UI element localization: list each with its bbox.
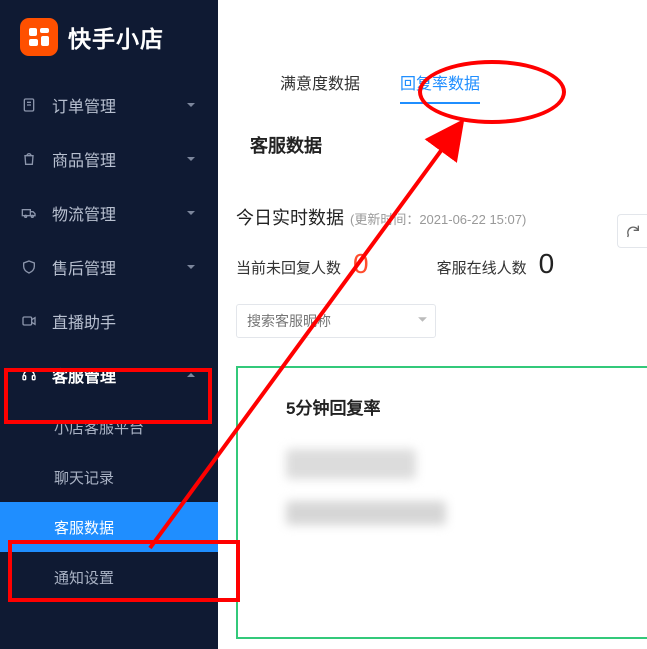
chevron-down-icon (184, 98, 198, 112)
stat-label: 客服在线人数 (437, 257, 527, 278)
redacted-block (286, 449, 416, 479)
tab-label: 满意度数据 (280, 76, 360, 93)
sidebar-item-label: 直播助手 (52, 309, 116, 333)
sidebar-item-label: 客服管理 (52, 363, 116, 387)
sidebar-item-orders[interactable]: 订单管理 (0, 78, 218, 132)
stat-value: 0 (353, 248, 369, 280)
sidebar-item-label: 商品管理 (52, 147, 116, 171)
sidebar-item-label: 售后管理 (52, 255, 116, 279)
refresh-icon (625, 223, 641, 239)
realtime-heading: 今日实时数据 (更新时间：2021-06-22 15:07) (218, 204, 647, 230)
tabs: 满意度数据 回复率数据 (218, 70, 647, 104)
sidebar-item-service[interactable]: 客服管理 (0, 348, 218, 402)
section-title: 客服数据 (218, 132, 647, 158)
sidebar-sub-label: 通知设置 (54, 567, 114, 588)
shield-icon (20, 258, 38, 276)
redacted-block (286, 501, 446, 525)
clipboard-icon (20, 96, 38, 114)
chevron-down-icon (184, 206, 198, 220)
sidebar-item-label: 订单管理 (52, 93, 116, 117)
brand-name: 快手小店 (68, 20, 164, 54)
main-content: 满意度数据 回复率数据 客服数据 今日实时数据 (更新时间：2021-06-22… (218, 0, 647, 649)
stat-online: 客服在线人数 0 (437, 248, 555, 280)
bag-icon (20, 150, 38, 168)
sidebar-sub-platform[interactable]: 小店客服平台 (0, 402, 218, 452)
truck-icon (20, 204, 38, 222)
chevron-down-icon (184, 152, 198, 166)
panel-title: 5分钟回复率 (286, 394, 647, 419)
sidebar-item-aftersale[interactable]: 售后管理 (0, 240, 218, 294)
sidebar-item-logistics[interactable]: 物流管理 (0, 186, 218, 240)
tab-satisfaction[interactable]: 满意度数据 (280, 70, 360, 104)
sidebar-sub-label: 聊天记录 (54, 467, 114, 488)
realtime-timestamp: (更新时间：2021-06-22 15:07) (350, 209, 526, 228)
video-icon (20, 312, 38, 330)
chevron-up-icon (184, 368, 198, 382)
stats-row: 当前未回复人数 0 客服在线人数 0 (218, 248, 647, 280)
stat-unreplied: 当前未回复人数 0 (236, 248, 369, 280)
stat-value: 0 (539, 248, 555, 280)
sidebar-item-live[interactable]: 直播助手 (0, 294, 218, 348)
stat-label: 当前未回复人数 (236, 257, 341, 278)
realtime-title: 今日实时数据 (236, 204, 344, 230)
brand-logo-icon (20, 18, 58, 56)
tab-label: 回复率数据 (400, 76, 480, 93)
sidebar-sub-label: 客服数据 (54, 517, 114, 538)
search-row (218, 304, 647, 338)
search-input[interactable] (236, 304, 436, 338)
sidebar-subnav: 小店客服平台 聊天记录 客服数据 通知设置 (0, 402, 218, 602)
sidebar-sub-chatlog[interactable]: 聊天记录 (0, 452, 218, 502)
chevron-down-icon (184, 260, 198, 274)
sidebar-sub-label: 小店客服平台 (54, 417, 144, 438)
sidebar-nav: 订单管理 商品管理 物流管理 售后管理 直播助手 (0, 78, 218, 402)
sidebar: 快手小店 订单管理 商品管理 物流管理 售后管理 (0, 0, 218, 649)
sidebar-sub-notifications[interactable]: 通知设置 (0, 552, 218, 602)
headset-icon (20, 366, 38, 384)
sidebar-sub-service-data[interactable]: 客服数据 (0, 502, 218, 552)
reply-rate-panel: 5分钟回复率 (236, 366, 647, 639)
sidebar-item-goods[interactable]: 商品管理 (0, 132, 218, 186)
refresh-button[interactable] (617, 214, 647, 248)
tab-reply-rate[interactable]: 回复率数据 (400, 70, 480, 104)
sidebar-item-label: 物流管理 (52, 201, 116, 225)
brand: 快手小店 (0, 0, 218, 78)
